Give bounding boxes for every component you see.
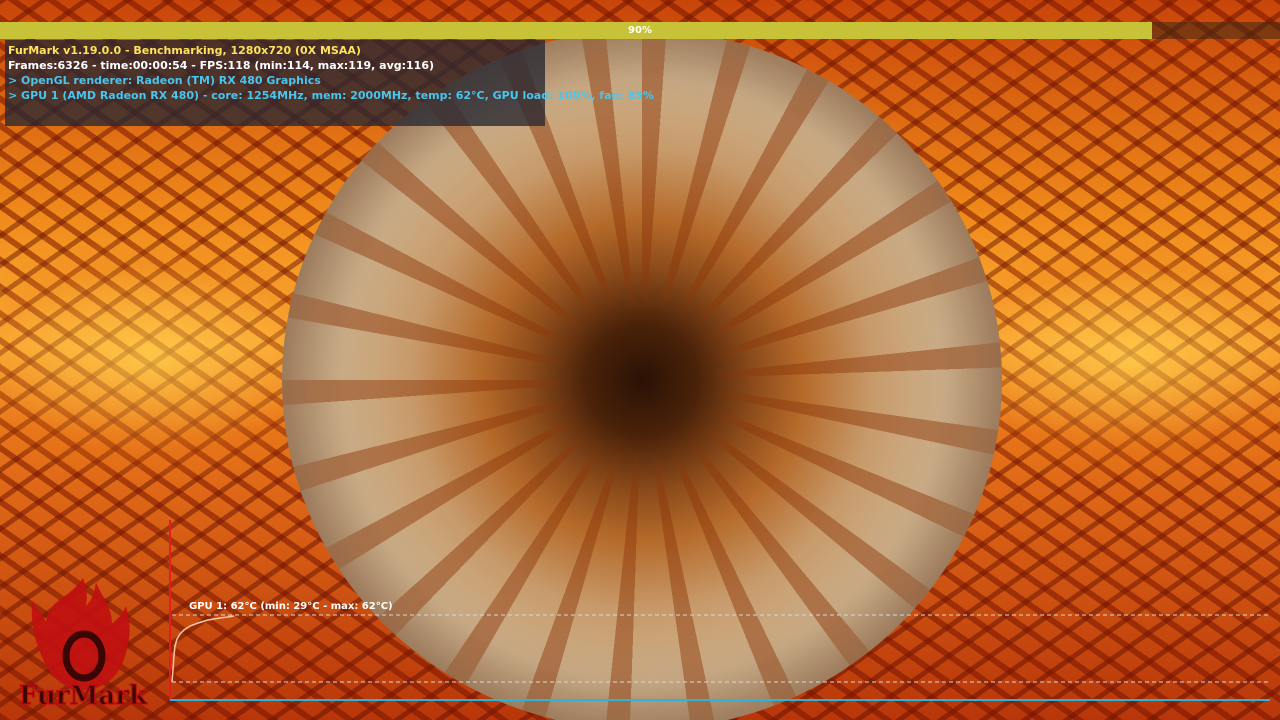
temperature-graph <box>169 520 1270 701</box>
benchmark-progress-bar: 90% <box>0 22 1280 39</box>
frames-stats-line: Frames:6326 - time:00:00:54 - FPS:118 (m… <box>8 59 435 72</box>
app-title-line: FurMark v1.19.0.0 - Benchmarking, 1280x7… <box>8 44 361 57</box>
progress-percent-label: 90% <box>628 25 652 36</box>
info-overlay-panel: FurMark v1.19.0.0 - Benchmarking, 1280x7… <box>5 40 654 126</box>
gpu-status-line: > GPU 1 (AMD Radeon RX 480) - core: 1254… <box>8 89 654 102</box>
temperature-graph-label: GPU 1: 62°C (min: 29°C - max: 62°C) <box>189 601 393 612</box>
logo-wordmark: FurMark <box>19 681 148 711</box>
renderer-line: > OpenGL renderer: Radeon (TM) RX 480 Gr… <box>8 74 321 87</box>
furmark-window: 90% FurMark v1.19.0.0 - Benchmarking, 12… <box>0 0 1280 720</box>
flame-icon <box>31 578 130 690</box>
furmark-logo: FurMark <box>18 578 149 712</box>
temperature-curve <box>171 615 235 683</box>
